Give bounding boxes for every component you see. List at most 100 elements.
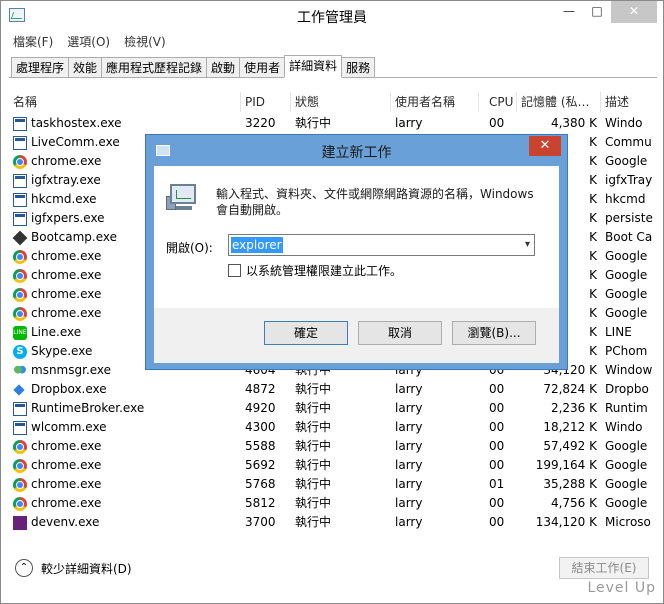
column-header-pid[interactable]: PID (241, 92, 291, 112)
process-pid: 5768 (245, 477, 276, 491)
tab-users[interactable]: 使用者 (239, 57, 286, 78)
table-row[interactable]: chrome.exe 5588 執行中 larry 00 57,492 K Google (9, 437, 657, 456)
browse-button[interactable]: 瀏覽(B)... (452, 321, 536, 345)
process-name: chrome.exe (9, 475, 241, 494)
process-name-label: chrome.exe (31, 496, 102, 510)
dropbox-icon (13, 383, 27, 397)
process-description: LINE (605, 325, 632, 339)
process-description: Dropbo (605, 382, 649, 396)
chrome-icon (13, 154, 27, 169)
visual-studio-icon (13, 515, 27, 530)
fewer-details-label: 較少詳細資料(D) (41, 561, 132, 576)
process-description: Runtim (605, 401, 648, 415)
bootcamp-icon (12, 230, 28, 245)
close-icon[interactable]: ✕ (611, 1, 657, 23)
process-description: Google (605, 458, 648, 472)
process-name-label: chrome.exe (31, 439, 102, 453)
process-description: hkcmd (605, 192, 646, 206)
process-name: devenv.exe (9, 513, 241, 532)
process-description: Google (605, 268, 648, 282)
app-icon (13, 401, 27, 416)
chrome-icon (13, 268, 27, 283)
table-row[interactable]: chrome.exe 5692 執行中 larry 00 199,164 K Google (9, 456, 657, 475)
maximize-icon[interactable]: □ (583, 1, 611, 23)
tab-processes[interactable]: 處理程序 (11, 57, 70, 78)
process-status: 執行中 (295, 458, 332, 472)
process-description: igfxTray (605, 173, 653, 187)
column-header-description[interactable]: 描述 (601, 92, 657, 112)
process-name-label: Bootcamp.exe (31, 230, 117, 244)
column-header-memory[interactable]: 記憶體 (私… (517, 92, 601, 112)
process-status: 執行中 (295, 496, 332, 510)
process-description: Google (605, 439, 648, 453)
table-row[interactable]: devenv.exe 3700 執行中 larry 00 134,120 K Microso (9, 513, 657, 532)
process-cpu: 01 (489, 477, 505, 491)
process-name: chrome.exe (9, 494, 241, 513)
column-header-user[interactable]: 使用者名稱 (391, 92, 479, 112)
chevron-down-icon[interactable]: ▾ (525, 237, 530, 253)
admin-privilege-option[interactable]: 以系統管理權限建立此工作。 (228, 262, 402, 279)
table-row[interactable]: chrome.exe 5768 執行中 larry 01 35,288 K Google (9, 475, 657, 494)
open-label: 開啟(O): (166, 241, 213, 255)
column-header-status[interactable]: 狀態 (291, 92, 391, 112)
column-header-name[interactable]: 名稱 (9, 92, 241, 112)
create-new-task-dialog: 建立新工作 ✕ 輸入程式、資料夾、文件或網際網路資源的名稱，Windows 會自… (145, 134, 568, 370)
process-name: RuntimeBroker.exe (9, 399, 241, 418)
tab-startup[interactable]: 啟動 (206, 57, 241, 78)
app-icon (13, 135, 27, 150)
open-combobox[interactable]: explorer ▾ (228, 234, 535, 256)
process-user: larry (395, 477, 423, 491)
fewer-details-link[interactable]: ⌃ 較少詳細資料(D) (15, 559, 132, 577)
dialog-footer: 確定 取消 瀏覽(B)... (154, 308, 559, 363)
process-name-label: igfxpers.exe (31, 211, 105, 225)
process-name: taskhostex.exe (9, 114, 241, 133)
tab-strip: 處理程序 效能 應用程式歷程記錄 啟動 使用者 詳細資料 服務 (11, 55, 376, 78)
process-name-label: RuntimeBroker.exe (31, 401, 145, 415)
tab-details[interactable]: 詳細資料 (284, 55, 343, 78)
menu-file[interactable]: 檔案(F) (13, 32, 53, 52)
process-name-label: igfxtray.exe (31, 173, 101, 187)
process-cpu: 00 (489, 496, 505, 510)
admin-checkbox[interactable] (228, 264, 241, 277)
process-pid: 5812 (245, 496, 276, 510)
open-input-value[interactable]: explorer (231, 237, 283, 253)
process-cpu: 00 (489, 382, 505, 396)
process-cpu: 00 (489, 458, 505, 472)
table-row[interactable]: Dropbox.exe 4872 執行中 larry 00 72,824 K Dropbo (9, 380, 657, 399)
footer: ⌃ 較少詳細資料(D) 結束工作(E) (1, 553, 663, 583)
tab-performance[interactable]: 效能 (68, 57, 103, 78)
table-row[interactable]: wlcomm.exe 4300 執行中 larry 00 18,212 K Windo (9, 418, 657, 437)
chrome-icon (13, 439, 27, 454)
dialog-body: 輸入程式、資料夾、文件或網際網路資源的名稱，Windows 會自動開啟。 開啟(… (154, 166, 559, 308)
tab-app-history[interactable]: 應用程式歷程記錄 (101, 57, 208, 78)
table-row[interactable]: chrome.exe 5812 執行中 larry 00 4,756 K Google (9, 494, 657, 513)
process-pid: 4300 (245, 420, 276, 434)
column-headers: 名稱 PID 狀態 使用者名稱 CPU 記憶體 (私… 描述 (9, 92, 657, 112)
process-name: wlcomm.exe (9, 418, 241, 437)
end-task-button[interactable]: 結束工作(E) (559, 557, 649, 579)
process-memory: 4,380 K (550, 116, 597, 130)
process-description: Google (605, 154, 648, 168)
ok-button[interactable]: 確定 (264, 321, 348, 345)
process-cpu: 00 (489, 439, 505, 453)
chevron-up-icon: ⌃ (15, 559, 33, 577)
table-row[interactable]: taskhostex.exe 3220 執行中 larry 00 4,380 K Windo (9, 114, 657, 133)
cancel-button[interactable]: 取消 (358, 321, 442, 345)
process-name-label: LiveComm.exe (31, 135, 120, 149)
process-description: Boot Ca (605, 230, 653, 244)
process-memory: 35,288 K (543, 477, 597, 491)
dialog-close-icon[interactable]: ✕ (529, 136, 561, 156)
process-name-label: msnmsgr.exe (31, 363, 112, 377)
menu-view[interactable]: 檢視(V) (124, 32, 166, 52)
process-user: larry (395, 496, 423, 510)
process-name-label: chrome.exe (31, 249, 102, 263)
process-cpu: 00 (489, 116, 505, 130)
column-header-cpu[interactable]: CPU (479, 92, 517, 112)
process-name: Dropbox.exe (9, 380, 241, 399)
process-name-label: chrome.exe (31, 154, 102, 168)
skype-icon: S (13, 344, 27, 359)
table-row[interactable]: RuntimeBroker.exe 4920 執行中 larry 00 2,236 K Ru… (9, 399, 657, 418)
menu-options[interactable]: 選項(O) (67, 32, 110, 52)
minimize-icon[interactable]: — (555, 1, 583, 23)
tab-services[interactable]: 服務 (341, 57, 376, 78)
